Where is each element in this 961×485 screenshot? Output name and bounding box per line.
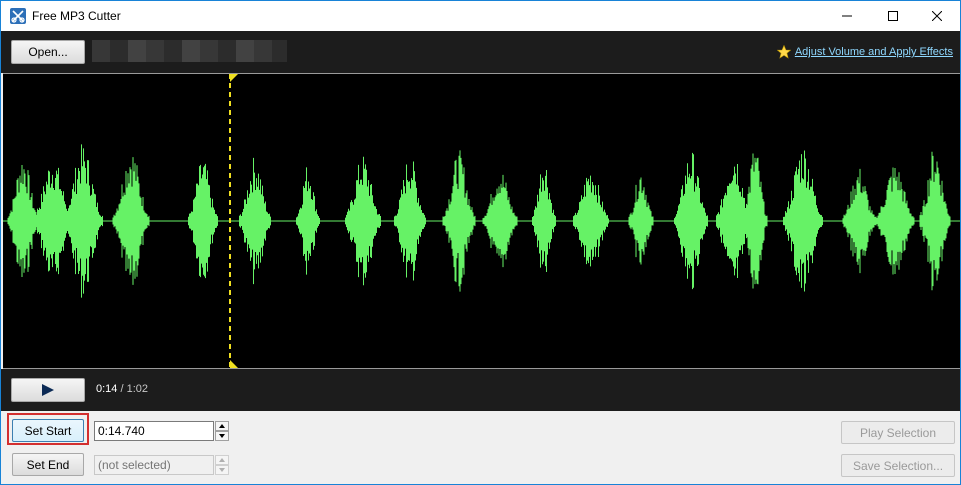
waveform-burst [394,161,426,281]
current-time: 0:14 [96,383,118,395]
open-button[interactable]: Open... [11,40,85,64]
start-time-stepper[interactable] [215,421,229,441]
start-time-down-button[interactable] [215,431,229,441]
playback-bar: 0:14 / 1:02 [1,369,960,411]
window-title: Free MP3 Cutter [32,9,121,23]
selection-controls: Set Start Set End Play Selection Save Se… [1,411,960,484]
close-icon [932,11,942,21]
top-toolbar: Open... Adjust Volume and Apply Effects [1,31,960,73]
play-selection-button[interactable]: Play Selection [841,421,955,444]
waveform-burst [63,144,103,298]
waveform-burst [783,150,823,292]
file-name-redacted [92,40,287,62]
minimize-button[interactable] [824,1,870,31]
waveform-burst [842,168,876,274]
start-marker-top-handle[interactable] [230,74,238,82]
start-time-input[interactable] [94,421,214,441]
waveform-panel[interactable] [3,73,960,369]
start-time-up-button[interactable] [215,421,229,431]
waveform-burst [442,150,476,292]
close-button[interactable] [914,1,960,31]
total-time: / 1:02 [120,383,149,395]
end-time-stepper[interactable] [215,455,229,475]
chevron-down-icon [219,434,225,438]
waveform-burst [674,152,708,290]
maximize-button[interactable] [870,1,916,31]
end-time-up-button[interactable] [215,455,229,465]
title-bar: Free MP3 Cutter [1,1,960,31]
waveform-burst [482,174,518,268]
play-icon [42,384,54,396]
star-icon [776,45,791,59]
minimize-icon [842,15,852,17]
waveform-burst [742,153,768,289]
end-time-down-button[interactable] [215,465,229,475]
waveform-burst [296,167,320,275]
waveform-burst [239,157,271,285]
save-selection-button[interactable]: Save Selection... [841,454,955,477]
waveform-burst [628,177,654,265]
waveform-burst [875,167,915,275]
adjust-volume-link-text[interactable]: Adjust Volume and Apply Effects [795,46,953,58]
chevron-down-icon [219,468,225,472]
waveform-burst [112,157,150,285]
maximize-icon [888,11,898,21]
waveform-burst [345,156,381,286]
set-end-button[interactable]: Set End [12,453,84,476]
waveform-burst [532,170,556,272]
waveform-burst [919,151,951,291]
start-marker-bottom-handle[interactable] [230,360,238,368]
scissors-icon [10,8,26,24]
end-time-input[interactable] [94,455,214,475]
waveform-display[interactable] [3,74,960,368]
waveform-burst [188,163,218,279]
app-window: Free MP3 Cutter Open... Adjust Volume an… [0,0,961,485]
set-start-button[interactable]: Set Start [12,419,84,442]
adjust-volume-link[interactable]: Adjust Volume and Apply Effects [776,45,953,59]
play-button[interactable] [11,378,85,402]
chevron-up-icon [219,424,225,428]
waveform-burst [573,175,609,267]
time-readout: 0:14 / 1:02 [96,383,148,395]
chevron-up-icon [219,458,225,462]
